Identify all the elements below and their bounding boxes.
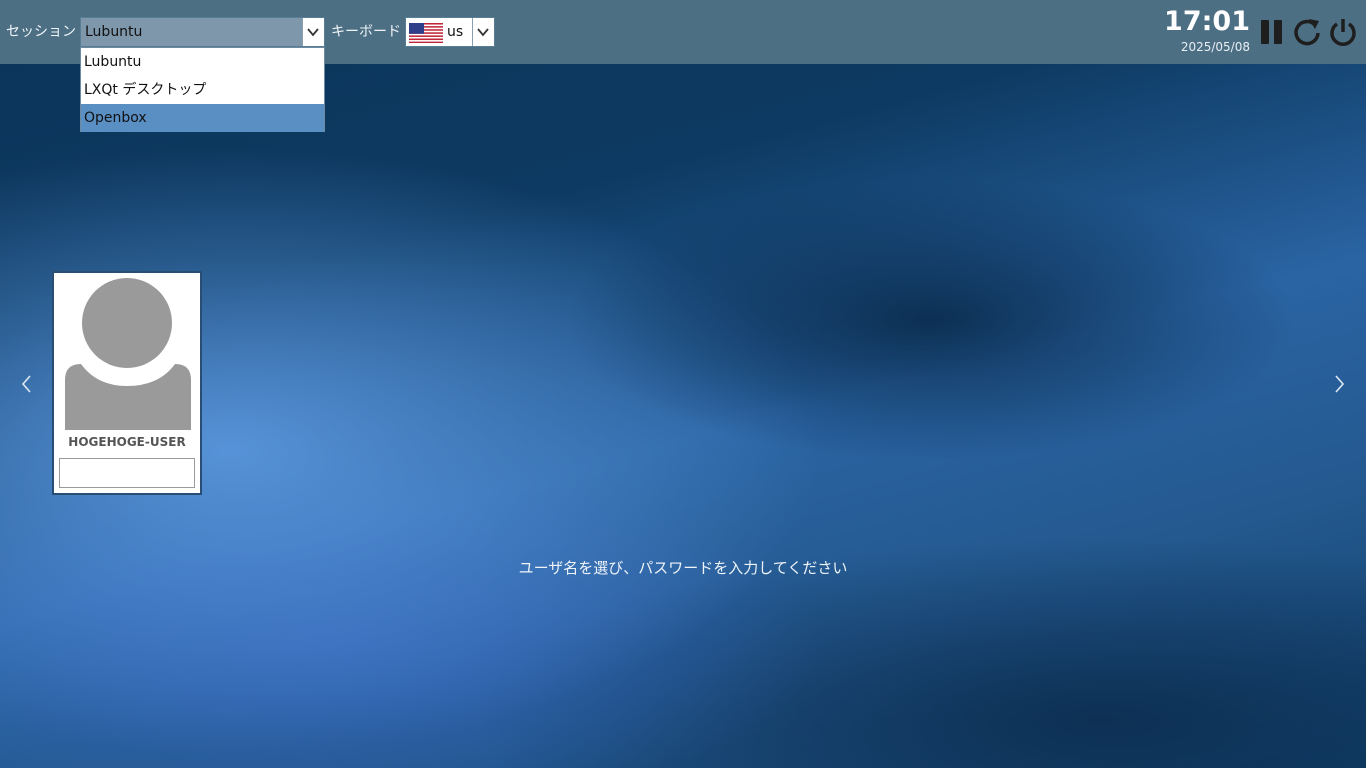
session-select[interactable]: Lubuntu <box>80 17 325 47</box>
us-flag-icon <box>409 23 443 43</box>
clock-time: 17:01 <box>1164 6 1250 37</box>
pause-icon <box>1261 20 1282 44</box>
keyboard-layout-select[interactable]: us <box>405 17 495 47</box>
keyboard-layout-value: us <box>447 24 464 40</box>
keyboard-label: キーボード <box>331 24 401 40</box>
clock: 17:01 2025/05/08 <box>1164 6 1250 54</box>
suspend-button[interactable] <box>1256 16 1288 48</box>
chevron-down-icon[interactable] <box>472 18 494 46</box>
chevron-right-icon <box>1335 375 1345 393</box>
password-input[interactable] <box>59 458 195 488</box>
session-dropdown-list: Lubuntu LXQt デスクトップ Openbox <box>80 47 325 132</box>
restart-icon <box>1294 19 1320 46</box>
power-icon <box>1330 19 1356 46</box>
session-label: セッション <box>6 24 76 40</box>
session-option-lubuntu[interactable]: Lubuntu <box>81 48 324 76</box>
session-option-openbox[interactable]: Openbox <box>81 104 324 132</box>
session-option-lxqt[interactable]: LXQt デスクトップ <box>81 76 324 104</box>
restart-button[interactable] <box>1291 16 1323 48</box>
user-avatar-icon <box>65 278 191 430</box>
user-name: HOGEHOGE-USER <box>68 435 186 449</box>
clock-date: 2025/05/08 <box>1180 40 1250 54</box>
session-select-value: Lubuntu <box>81 18 303 46</box>
chevron-left-icon <box>21 375 31 393</box>
chevron-down-icon[interactable] <box>302 18 324 46</box>
user-card[interactable]: HOGEHOGE-USER <box>52 271 202 495</box>
next-user-button[interactable] <box>1329 374 1349 394</box>
login-prompt: ユーザ名を選び、パスワードを入力してください <box>518 559 848 577</box>
shutdown-button[interactable] <box>1327 16 1359 48</box>
previous-user-button[interactable] <box>17 374 37 394</box>
